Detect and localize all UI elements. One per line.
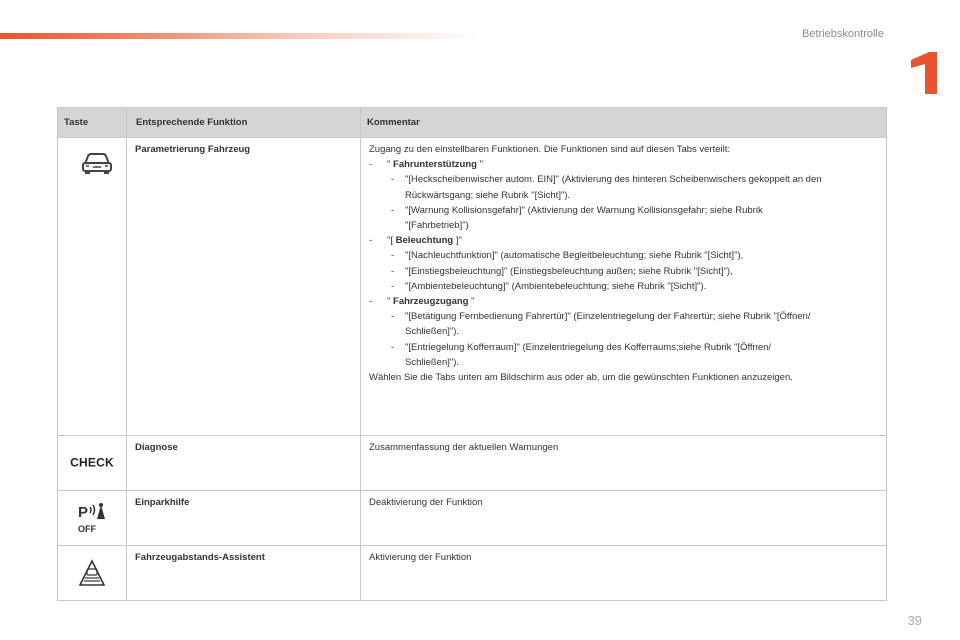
comment-line: Schließen]"). [405, 356, 460, 368]
comment-line: Zugang zu den einstellbaren Funktionen. … [369, 144, 731, 155]
functions-table: Taste Entsprechende Funktion Kommentar P… [57, 107, 887, 601]
off-label: OFF [78, 524, 96, 534]
comment-line: - "[Nachleuchtfunktion]" (automatische Be… [369, 248, 878, 263]
check-icon[interactable]: CHECK [70, 455, 114, 470]
comment-line: - "[Entriegelung Kofferraum]" (Einzelentr… [369, 340, 878, 355]
comment-line: "[Fahrbetrieb]") [405, 220, 469, 232]
table-header: Taste Entsprechende Funktion Kommentar [58, 108, 886, 138]
table-row: CHECK Diagnose Zusammenfassung der aktue… [58, 436, 886, 491]
function-name: Einparkhilfe [127, 491, 361, 545]
function-name: Diagnose [127, 436, 361, 490]
section-title: Betriebskontrolle [802, 28, 884, 40]
chapter-number: 1 [911, 52, 937, 94]
table-row: Parametrierung Fahrzeug Zugang zu den ei… [58, 138, 886, 436]
comment-line: - "[Einstiegsbeleuchtung]" (Einstiegsbele… [369, 264, 878, 279]
comment-cell: Aktivierung der Funktion [361, 546, 886, 600]
page-number: 39 [907, 613, 922, 628]
comment-line: Schließen]"). [405, 326, 460, 338]
comment-line: - " Fahrunterstützung " [369, 157, 878, 172]
list-dash: - [391, 311, 395, 323]
parking-sensor-off-icon[interactable]: P OFF [75, 501, 109, 535]
comment-cell: Zusammenfassung der aktuellen Warnungen [361, 436, 886, 490]
column-header-taste: Taste [58, 108, 127, 137]
comment-cell: Zugang zu den einstellbaren Funktionen. … [361, 138, 886, 435]
comment-line: Wählen Sie die Tabs unten am Bildschirm … [369, 372, 793, 384]
comment-line: - "[ Beleuchtung ]" [369, 233, 878, 248]
list-dash: - [391, 174, 395, 186]
distance-assist-icon[interactable] [78, 559, 106, 587]
function-name: Parametrierung Fahrzeug [127, 138, 361, 435]
comment-line: Zusammenfassung der aktuellen Warnungen [369, 442, 559, 453]
comment-line: Rückwärtsgang; siehe Rubrik "[Sicht]"). [405, 189, 571, 201]
list-dash: - [391, 204, 395, 216]
column-header-comment: Kommentar [367, 117, 420, 128]
list-dash: - [369, 235, 373, 247]
tab-name: Beleuchtung [395, 235, 454, 247]
list-dash: - [391, 265, 395, 277]
comment-line: Aktivierung der Funktion [369, 552, 472, 563]
header-accent-bar [0, 33, 480, 39]
list-dash: - [369, 159, 373, 171]
comment-line: - " Fahrzeugzugang " [369, 294, 878, 309]
column-header-function: Entsprechende Funktion [127, 108, 361, 137]
tab-name: Fahrunterstützung [393, 159, 477, 171]
list-dash: - [391, 250, 395, 262]
car-front-icon[interactable] [80, 152, 114, 176]
table-row: Fahrzeugabstands-Assistent Aktivierung d… [58, 546, 886, 601]
list-dash: - [391, 280, 395, 292]
table-row: P OFF Einparkhilfe Deaktivierung der Fun… [58, 491, 886, 546]
comment-line: - "[Ambientebeleuchtung]" (Ambientebeleuc… [369, 279, 878, 294]
comment-line: - "[Betätigung Fernbedienung Fahrertür]" … [369, 309, 878, 324]
comment-line: Deaktivierung der Funktion [369, 497, 483, 508]
comment-line: - "[Heckscheibenwischer autom. EIN]" (Akt… [369, 172, 878, 187]
function-name: Fahrzeugabstands-Assistent [127, 546, 361, 600]
list-dash: - [391, 341, 395, 353]
comment-line: - "[Warnung Kollisionsgefahr]" (Aktivieru… [369, 203, 878, 218]
list-dash: - [369, 296, 373, 308]
tab-name: Fahrzeugzugang [393, 296, 469, 308]
svg-text:P: P [78, 504, 88, 521]
comment-cell: Deaktivierung der Funktion [361, 491, 886, 545]
